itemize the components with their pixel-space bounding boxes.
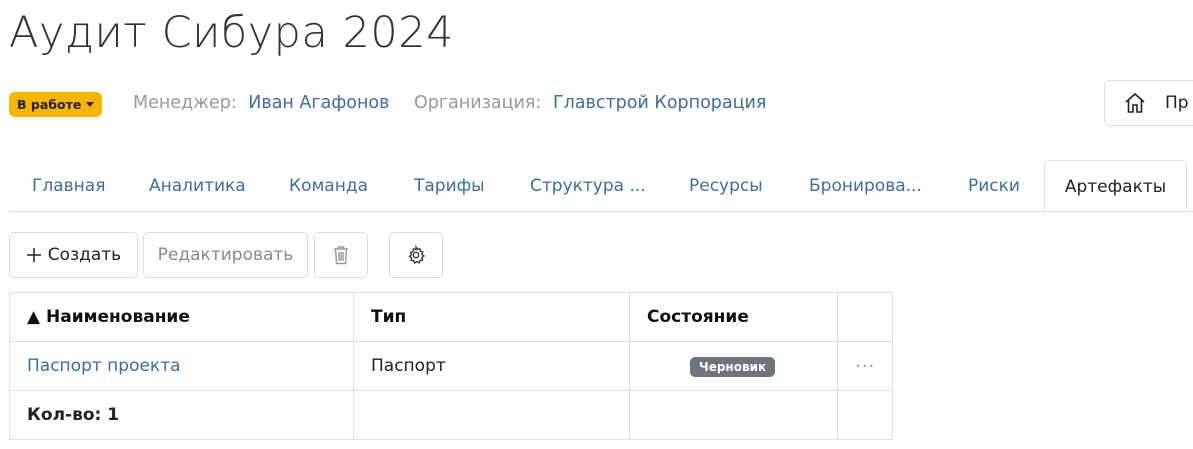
cell-name: Паспорт проекта [9, 341, 354, 391]
tab-risks[interactable]: Риски [968, 160, 1020, 211]
create-button-label: Создать [47, 245, 122, 265]
column-state-header[interactable]: Состояние [629, 292, 838, 342]
create-button[interactable]: Создать [9, 232, 138, 278]
cell-type: Паспорт [353, 341, 630, 391]
tab-resources[interactable]: Ресурсы [689, 160, 763, 211]
state-badge: Черновик [690, 356, 776, 377]
column-name-header[interactable]: ▲ Наименование [9, 292, 354, 342]
footer-cell-empty [836, 390, 894, 440]
delete-button[interactable] [314, 232, 368, 278]
table-row: Паспорт проекта Паспорт Черновик ··· [9, 341, 894, 391]
tab-analytics[interactable]: Аналитика [149, 160, 246, 211]
manager-label: Менеджер: [133, 93, 237, 113]
home-button[interactable]: Пр [1104, 80, 1193, 126]
count-label: Кол-во: 1 [9, 390, 354, 440]
artifacts-table: ▲ Наименование Тип Состояние Паспорт про… [9, 292, 894, 440]
table-footer-row: Кол-во: 1 [9, 390, 894, 440]
cell-state: Черновик [629, 341, 838, 391]
table-header-row: ▲ Наименование Тип Состояние [9, 292, 894, 342]
trash-icon [334, 246, 348, 265]
tab-tariffs[interactable]: Тарифы [414, 160, 485, 211]
manager-link[interactable]: Иван Агафонов [248, 93, 389, 113]
footer-cell-empty [353, 390, 630, 440]
edit-button-label: Редактировать [157, 245, 294, 265]
tab-bar: Главная Аналитика Команда Тарифы Структу… [9, 160, 1193, 212]
column-type-header[interactable]: Тип [353, 292, 630, 342]
plus-icon [26, 248, 41, 262]
tab-team[interactable]: Команда [289, 160, 368, 211]
status-label: В работе [17, 97, 82, 112]
tab-booking[interactable]: Бронирова... [809, 160, 922, 211]
column-name-label: Наименование [46, 307, 190, 327]
tab-structure[interactable]: Структура ... [530, 160, 646, 211]
gear-icon [408, 245, 426, 264]
edit-button[interactable]: Редактировать [143, 232, 308, 278]
caret-down-icon [86, 102, 95, 107]
organization-link[interactable]: Главстрой Корпорация [553, 93, 767, 113]
organization-field: Организация: Главстрой Корпорация [414, 93, 766, 113]
tab-main[interactable]: Главная [32, 160, 105, 211]
footer-cell-empty [629, 390, 838, 440]
column-actions-header [836, 292, 894, 342]
organization-label: Организация: [414, 93, 542, 113]
sort-ascending-icon: ▲ [27, 307, 41, 327]
settings-button[interactable] [389, 232, 443, 278]
page-title: Аудит Сибура 2024 [9, 8, 454, 58]
home-button-label: Пр [1165, 93, 1189, 113]
home-icon [1125, 92, 1145, 113]
tab-artifacts[interactable]: Артефакты [1044, 160, 1187, 211]
artifact-link[interactable]: Паспорт проекта [27, 356, 181, 376]
more-icon[interactable]: ··· [836, 341, 894, 391]
status-dropdown[interactable]: В работе [9, 92, 103, 117]
manager-field: Менеджер: Иван Агафонов [133, 93, 389, 113]
